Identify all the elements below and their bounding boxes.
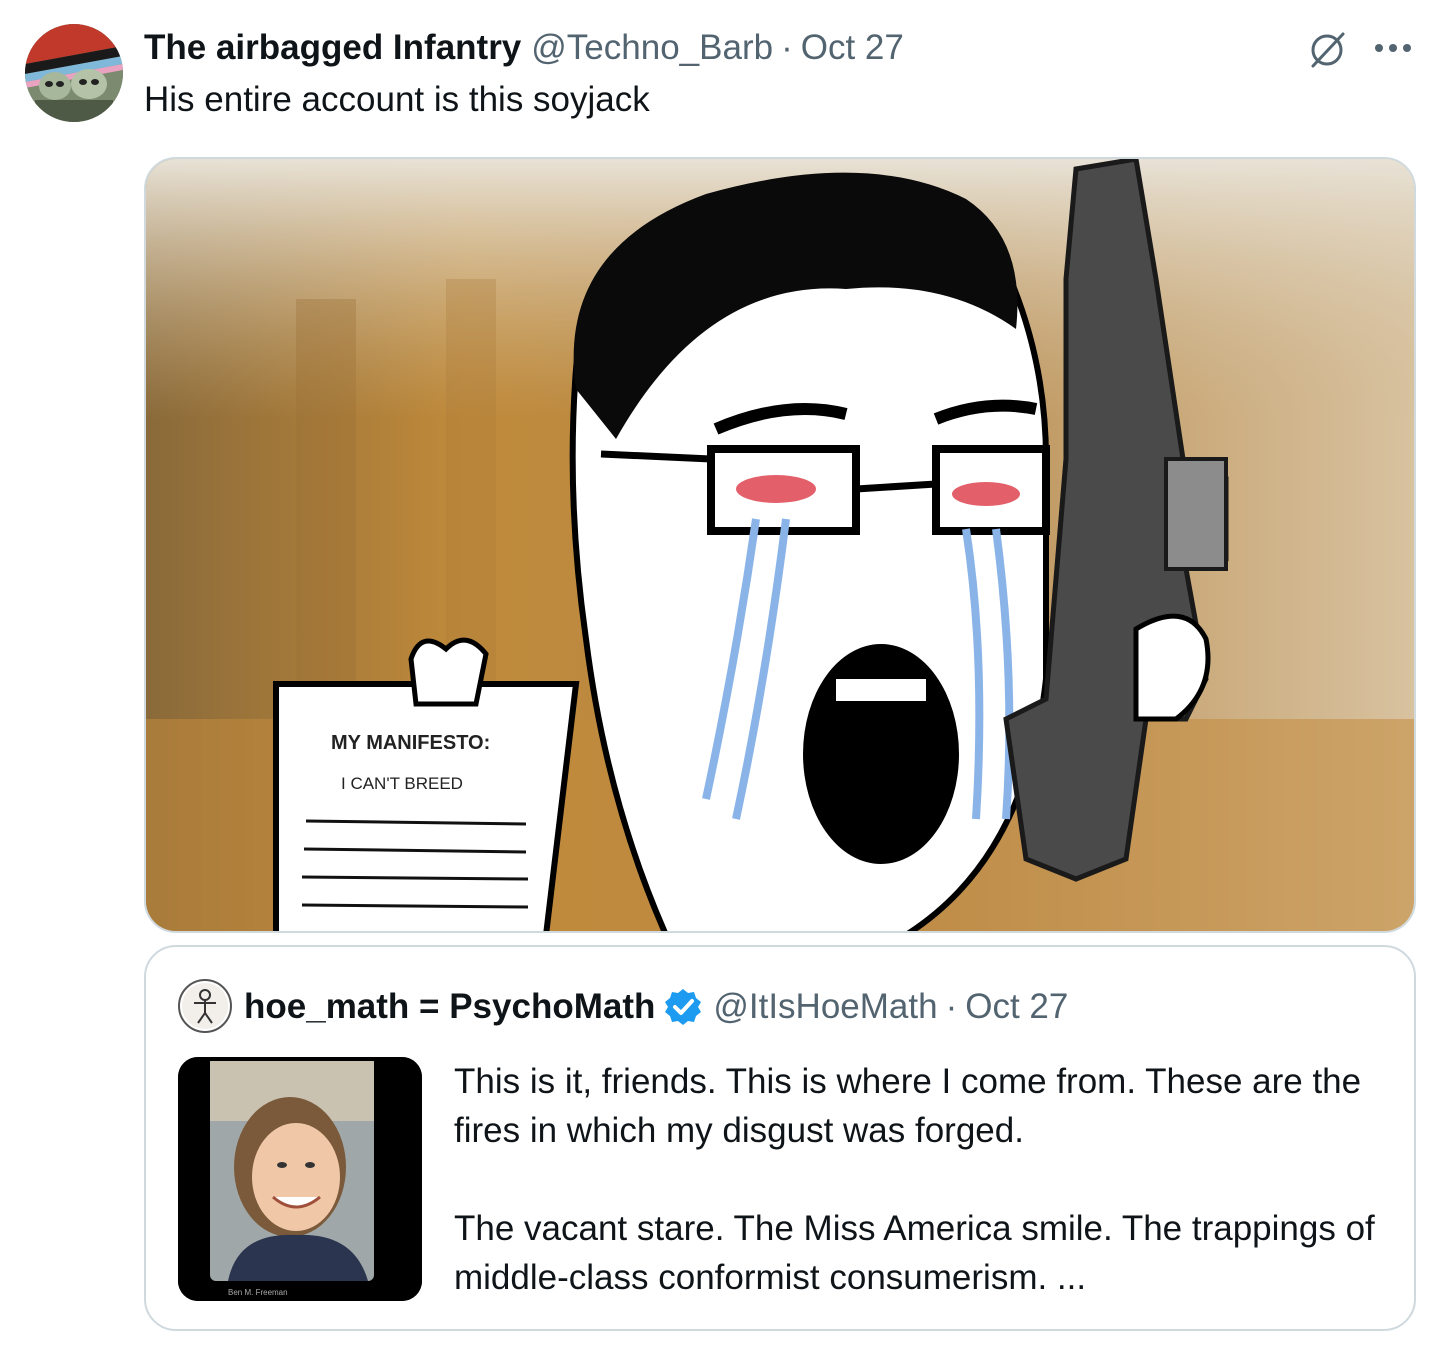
quoted-tweet-header: hoe_math = PsychoMath @ItIsHoeMath · Oct… — [244, 983, 1068, 1031]
quoted-media-thumbnail[interactable]: Ben M. Freeman — [178, 1057, 422, 1301]
author-display-name[interactable]: The airbagged Infantry — [144, 28, 521, 68]
manifesto-line: I CAN'T BREED — [341, 774, 463, 793]
thumbnail-caption: Ben M. Freeman — [228, 1288, 288, 1297]
more-icon[interactable] — [1370, 28, 1416, 68]
quoted-tweet-card[interactable]: hoe_math = PsychoMath @ItIsHoeMath · Oct… — [144, 945, 1416, 1331]
quoted-author-handle[interactable]: @ItIsHoeMath — [713, 987, 937, 1027]
verified-badge-icon[interactable] — [663, 987, 703, 1027]
separator-dot: · — [781, 28, 793, 67]
grok-icon[interactable] — [1305, 28, 1349, 72]
quoted-author-avatar[interactable] — [178, 979, 232, 1033]
quoted-tweet-paragraph-1: This is it, friends. This is where I com… — [454, 1062, 1362, 1150]
author-handle[interactable]: @Techno_Barb — [531, 28, 773, 68]
quoted-tweet-paragraph-2: The vacant stare. The Miss America smile… — [454, 1209, 1375, 1297]
portrait-photo-thumbnail: Ben M. Freeman — [178, 1057, 422, 1301]
quoted-tweet-text: This is it, friends. This is where I com… — [454, 1057, 1384, 1302]
quoted-author-display-name[interactable]: hoe_math = PsychoMath — [244, 987, 655, 1027]
quoted-tweet-date[interactable]: Oct 27 — [965, 987, 1068, 1027]
tweet-media-image[interactable]: MY MANIFESTO: I CAN'T BREED — [144, 157, 1416, 933]
stick-figure-avatar-icon — [182, 983, 228, 1029]
soyjack-meme-image: MY MANIFESTO: I CAN'T BREED — [146, 159, 1414, 931]
author-avatar[interactable] — [25, 24, 123, 122]
tweet-text: His entire account is this soyjack — [144, 80, 650, 119]
tweet-header: The airbagged Infantry @Techno_Barb · Oc… — [144, 26, 904, 70]
manifesto-title: MY MANIFESTO: — [331, 732, 490, 754]
avatar-soldiers-icon — [25, 24, 123, 122]
separator-dot: · — [945, 987, 958, 1026]
tweet-date[interactable]: Oct 27 — [801, 28, 904, 68]
